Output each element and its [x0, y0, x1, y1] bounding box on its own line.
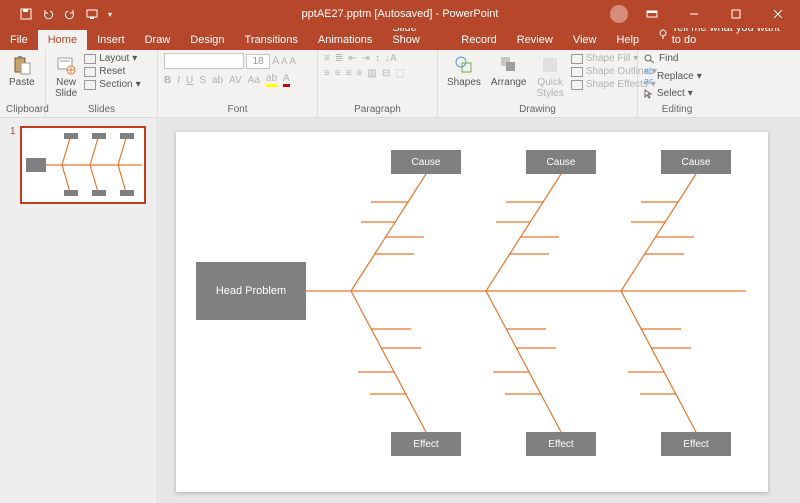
- slide-canvas[interactable]: Head Problem Cause Cause Cause Effect Ef…: [176, 132, 768, 492]
- align-text-icon[interactable]: ⊟: [382, 68, 390, 79]
- line-spacing-icon[interactable]: ↕: [375, 53, 380, 64]
- numbering-icon[interactable]: ≣: [335, 53, 343, 64]
- find-icon: [644, 54, 656, 64]
- maximize-icon[interactable]: [718, 0, 754, 28]
- fishbone-cause-1[interactable]: Cause: [391, 150, 461, 174]
- paste-button[interactable]: Paste: [6, 53, 38, 90]
- new-slide-button[interactable]: New Slide: [52, 53, 80, 101]
- replace-icon: abac: [644, 66, 654, 86]
- font-size-combo[interactable]: 18: [246, 54, 270, 69]
- clear-format-icon[interactable]: A: [289, 56, 296, 67]
- tab-animations[interactable]: Animations: [308, 30, 382, 50]
- layout-button[interactable]: Layout ▾: [84, 53, 140, 64]
- paste-icon: [12, 55, 32, 75]
- fishbone-effect-1[interactable]: Effect: [391, 432, 461, 456]
- ribbon: Paste Clipboard New Slide Layout ▾ Reset…: [0, 50, 800, 118]
- case-icon[interactable]: Aa: [248, 75, 260, 86]
- replace-button[interactable]: abacReplace ▾: [644, 66, 702, 86]
- window-title: pptAE27.pptm [Autosaved] - PowerPoint: [302, 8, 499, 20]
- shadow-icon[interactable]: ab: [212, 75, 223, 86]
- group-label-slides: Slides: [52, 103, 151, 115]
- reset-icon: [84, 67, 96, 77]
- new-slide-icon: [56, 55, 76, 75]
- close-icon[interactable]: [760, 0, 796, 28]
- thumb-number: 1: [10, 126, 16, 204]
- start-from-beginning-icon[interactable]: [86, 8, 98, 20]
- fishbone-cause-3[interactable]: Cause: [661, 150, 731, 174]
- paste-label: Paste: [9, 77, 35, 88]
- shape-outline-icon: [571, 67, 583, 77]
- quick-styles-button[interactable]: Quick Styles: [534, 53, 567, 101]
- group-label-clipboard: Clipboard: [6, 103, 39, 115]
- arrange-icon: [499, 55, 519, 75]
- group-label-paragraph: Paragraph: [324, 103, 431, 115]
- tab-view[interactable]: View: [563, 30, 607, 50]
- strike-icon[interactable]: S: [199, 75, 206, 86]
- title-bar: ▾ pptAE27.pptm [Autosaved] - PowerPoint: [0, 0, 800, 28]
- tab-home[interactable]: Home: [38, 30, 87, 50]
- ribbon-display-icon[interactable]: [634, 0, 670, 28]
- qat-more-icon[interactable]: ▾: [108, 10, 112, 19]
- group-label-editing: Editing: [644, 103, 710, 115]
- fishbone-effect-2[interactable]: Effect: [526, 432, 596, 456]
- section-button[interactable]: Section ▾: [84, 79, 140, 90]
- highlight-icon[interactable]: ab: [266, 73, 277, 87]
- spacing-icon[interactable]: AV: [229, 75, 242, 86]
- fishbone-head[interactable]: Head Problem: [196, 262, 306, 320]
- tab-draw[interactable]: Draw: [135, 30, 181, 50]
- align-left-icon[interactable]: ≡: [324, 68, 330, 79]
- columns-icon[interactable]: ▥: [367, 68, 376, 79]
- smartart-icon[interactable]: ⬚: [395, 68, 404, 79]
- ribbon-tabs: File Home Insert Draw Design Transitions…: [0, 28, 800, 50]
- group-label-font: Font: [164, 103, 311, 115]
- arrange-button[interactable]: Arrange: [488, 53, 530, 90]
- reset-button[interactable]: Reset: [84, 66, 140, 77]
- section-icon: [84, 80, 96, 90]
- shape-effects-icon: [571, 80, 583, 90]
- bold-icon[interactable]: B: [164, 75, 171, 86]
- fishbone-effect-3[interactable]: Effect: [661, 432, 731, 456]
- undo-icon[interactable]: [42, 8, 54, 20]
- align-center-icon[interactable]: ≡: [335, 68, 341, 79]
- minimize-icon[interactable]: [676, 0, 712, 28]
- tab-transitions[interactable]: Transitions: [235, 30, 308, 50]
- tab-insert[interactable]: Insert: [87, 30, 135, 50]
- bullets-icon[interactable]: ≡: [324, 53, 330, 64]
- slide-thumbnail-panel: 1: [0, 118, 156, 503]
- fishbone-cause-2[interactable]: Cause: [526, 150, 596, 174]
- select-button[interactable]: Select ▾: [644, 88, 702, 99]
- new-slide-label: New Slide: [55, 77, 77, 99]
- tab-design[interactable]: Design: [180, 30, 234, 50]
- find-button[interactable]: Find: [644, 53, 702, 64]
- tab-record[interactable]: Record: [451, 30, 506, 50]
- quick-styles-icon: [540, 55, 560, 75]
- shapes-icon: [454, 55, 474, 75]
- shape-fill-icon: [571, 54, 583, 64]
- justify-icon[interactable]: ≡: [357, 68, 363, 79]
- text-direction-icon[interactable]: ↓A: [385, 53, 397, 64]
- redo-icon[interactable]: [64, 8, 76, 20]
- font-color-icon[interactable]: A: [283, 73, 290, 87]
- indent-dec-icon[interactable]: ⇤: [348, 53, 356, 64]
- grow-font-icon[interactable]: A: [272, 55, 279, 67]
- layout-icon: [84, 54, 96, 64]
- tab-help[interactable]: Help: [606, 30, 649, 50]
- slide-canvas-area: Head Problem Cause Cause Cause Effect Ef…: [156, 118, 800, 503]
- italic-icon[interactable]: I: [177, 75, 180, 86]
- group-label-drawing: Drawing: [444, 103, 631, 115]
- tab-review[interactable]: Review: [507, 30, 563, 50]
- select-icon: [644, 89, 654, 99]
- shrink-font-icon[interactable]: A: [281, 56, 287, 66]
- save-icon[interactable]: [20, 8, 32, 20]
- lightbulb-icon: [657, 28, 668, 40]
- tab-file[interactable]: File: [0, 30, 38, 50]
- user-avatar-icon[interactable]: [610, 5, 628, 23]
- underline-icon[interactable]: U: [186, 75, 193, 86]
- shapes-button[interactable]: Shapes: [444, 53, 484, 90]
- indent-inc-icon[interactable]: ⇥: [362, 53, 370, 64]
- align-right-icon[interactable]: ≡: [346, 68, 352, 79]
- font-name-combo[interactable]: [164, 53, 244, 69]
- slide-thumbnail-1[interactable]: [20, 126, 146, 204]
